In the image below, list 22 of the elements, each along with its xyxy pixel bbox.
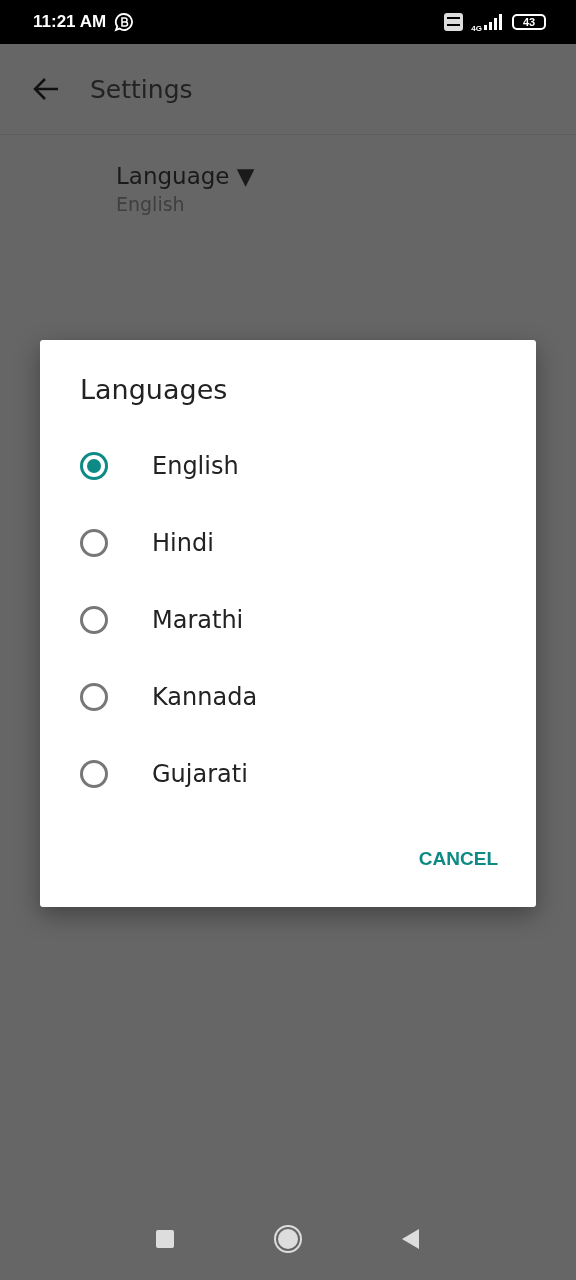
radio-button[interactable] — [80, 528, 108, 557]
battery-indicator: 43 — [512, 14, 546, 30]
option-label[interactable]: Kannada — [152, 682, 258, 711]
back-icon[interactable] — [401, 1228, 421, 1250]
radio-button[interactable] — [80, 759, 108, 788]
option-label[interactable]: Marathi — [152, 605, 244, 634]
radio-button[interactable] — [80, 682, 108, 711]
network-type: 4G — [471, 23, 482, 33]
dialog-title: Languages — [80, 374, 228, 405]
home-icon[interactable] — [273, 1224, 303, 1254]
back-arrow-icon[interactable] — [32, 77, 60, 101]
option-label[interactable]: Gujarati — [152, 759, 248, 788]
screen-title: Settings — [90, 74, 193, 104]
status-time: 11:21 AM — [33, 12, 107, 32]
option-label[interactable]: English — [152, 451, 239, 480]
chat-icon — [114, 12, 135, 32]
radio-button[interactable] — [80, 605, 108, 634]
option-label[interactable]: Hindi — [152, 528, 214, 557]
signal-icon — [482, 14, 504, 30]
cancel-button[interactable]: CANCEL — [408, 842, 508, 876]
radio-button[interactable] — [80, 451, 108, 480]
recents-icon[interactable] — [155, 1229, 175, 1249]
